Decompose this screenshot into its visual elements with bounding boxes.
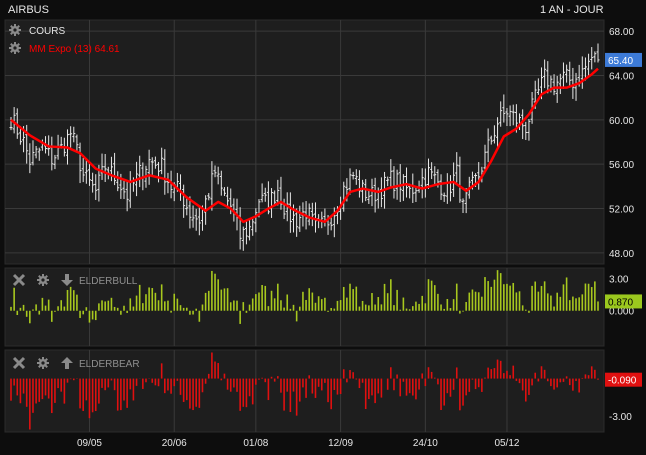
panel-1	[4, 19, 605, 265]
y-tick-label: -3.00	[609, 412, 632, 423]
y-tick-label: 60.00	[609, 116, 634, 127]
legend-elderbear: ELDERBEAR	[79, 359, 140, 370]
y-tick-label: 3.00	[609, 275, 629, 286]
x-tick-label: 24/10	[413, 438, 438, 449]
ema-settings-gear-icon[interactable]	[9, 42, 21, 54]
y-tick-label: 48.00	[609, 249, 634, 260]
x-tick-label: 09/05	[77, 438, 102, 449]
x-tick-label: 20/06	[162, 438, 187, 449]
gear-hole	[41, 361, 45, 365]
elderbull-tag-value: 0.870	[608, 297, 633, 308]
legend-elderbull: ELDERBULL	[79, 276, 138, 287]
bear-gear-icon[interactable]	[37, 357, 49, 369]
x-tick-label: 12/09	[328, 438, 353, 449]
x-tick-label: 05/12	[494, 438, 519, 449]
gear-hole	[13, 28, 17, 32]
bull-gear-icon[interactable]	[37, 274, 49, 286]
legend-cours: COURS	[29, 26, 65, 37]
elderbear-tag-value: -0.090	[608, 376, 637, 387]
y-tick-label: 68.00	[609, 27, 634, 38]
instrument-name: AIRBUS	[8, 4, 49, 16]
gear-hole	[41, 278, 45, 282]
legend-ema: MM Expo (13) 64.61	[29, 44, 120, 55]
cours-settings-gear-icon[interactable]	[9, 24, 21, 36]
y-tick-label: 64.00	[609, 71, 634, 82]
y-tick-label: 56.00	[609, 160, 634, 171]
price-tag-value: 65.40	[608, 56, 633, 67]
x-tick-label: 01/08	[243, 438, 268, 449]
period-selector[interactable]: 1 AN - JOUR	[540, 0, 604, 20]
gear-hole	[13, 46, 17, 50]
chart-canvas: 48.00 52.00 56.00 60.00 64.00 68.00 09/05 20/06…	[4, 19, 642, 449]
y-tick-label: 52.00	[609, 205, 634, 216]
chart-window: 48.00 52.00 56.00 60.00 64.00 68.00 09/05 20/06…	[0, 0, 646, 455]
